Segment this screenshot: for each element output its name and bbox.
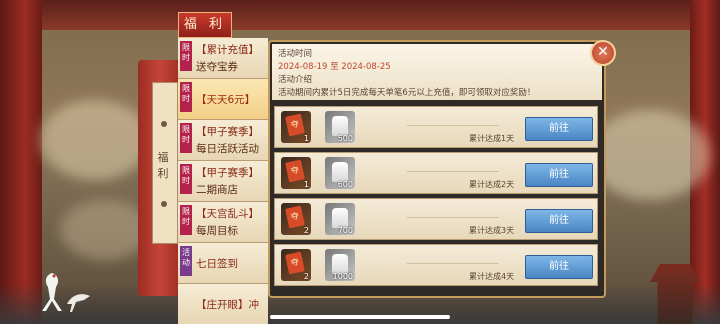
item-count: 1000	[332, 272, 353, 281]
close-button[interactable]: ✕	[590, 40, 616, 66]
divider	[407, 125, 499, 126]
menu-item-title: 【庄开眼】冲	[196, 299, 259, 311]
reward-row: 夺2 1000 累计达成4天 前往	[274, 244, 598, 286]
background-cloud	[590, 110, 710, 200]
time-value: 2024-08-19 至 2024-08-25	[278, 62, 391, 72]
silver-icon[interactable]: 700	[325, 203, 355, 235]
welfare-header-tab[interactable]: 福 利	[178, 12, 232, 38]
ticket-glyph: 夺	[285, 205, 305, 229]
intro-label: 活动介绍	[278, 75, 313, 85]
treasure-ticket-icon[interactable]: 夺2	[281, 249, 311, 281]
activity-menu: 限时 【累计充值】 送夺宝券 限时 【天天6元】 限时 【甲子赛季】 每日活跃活…	[178, 38, 268, 324]
activity-tag: 活动	[180, 246, 192, 276]
menu-item-daily-6-yuan[interactable]: 限时 【天天6元】	[178, 79, 268, 120]
treasure-ticket-icon[interactable]: 夺1	[281, 111, 311, 143]
limited-time-tag: 限时	[180, 205, 192, 235]
ticket-glyph: 夺	[285, 251, 305, 275]
menu-item-title: 【甲子赛季】	[196, 126, 259, 138]
intro-text: 活动期间内累计5日完成每天单笔6元以上充值，即可领取对应奖励！	[278, 88, 536, 98]
limited-time-tag: 限时	[180, 123, 192, 153]
item-count: 1	[303, 134, 309, 143]
background-tower	[650, 264, 700, 324]
menu-item-title: 【甲子赛季】	[196, 167, 259, 179]
progress-text: 累计达成2天	[469, 180, 515, 189]
go-button[interactable]: 前往	[525, 163, 593, 187]
menu-item-subtitle: 每日活跃活动	[196, 143, 259, 155]
menu-item-season-shop[interactable]: 限时 【甲子赛季】 二期商店	[178, 161, 268, 202]
reward-row: 夺1 600 累计达成2天 前往	[274, 152, 598, 194]
silver-icon[interactable]: 500	[325, 111, 355, 143]
item-count: 600	[337, 180, 353, 189]
limited-time-tag: 限时	[180, 164, 192, 194]
divider	[407, 217, 499, 218]
ticket-glyph: 夺	[285, 113, 305, 137]
menu-item-subtitle: 二期商店	[196, 184, 238, 196]
activity-info: 活动时间 2024-08-19 至 2024-08-25 活动介绍 活动期间内累…	[272, 44, 602, 100]
menu-item-partial[interactable]: 【庄开眼】冲	[178, 284, 268, 324]
divider	[407, 263, 499, 264]
menu-item-season-activity[interactable]: 限时 【甲子赛季】 每日活跃活动	[178, 120, 268, 161]
time-label: 活动时间	[278, 49, 313, 59]
item-count: 700	[337, 226, 353, 235]
crane-decoration-icon	[67, 294, 90, 312]
silver-icon[interactable]: 1000	[325, 249, 355, 281]
treasure-ticket-icon[interactable]: 夺2	[281, 203, 311, 235]
ticket-glyph: 夺	[285, 159, 305, 183]
reward-row: 夺1 500 累计达成1天 前往	[274, 106, 598, 148]
progress-text: 累计达成1天	[469, 134, 515, 143]
reward-row: 夺2 700 累计达成3天 前往	[274, 198, 598, 240]
limited-time-tag: 限时	[180, 82, 192, 112]
scroll-banner-title: 福利	[157, 151, 169, 180]
silver-icon[interactable]: 600	[325, 157, 355, 189]
treasure-ticket-icon[interactable]: 夺1	[281, 157, 311, 189]
progress-text: 累计达成3天	[469, 226, 515, 235]
item-count: 1	[303, 180, 309, 189]
silver-glyph	[332, 162, 348, 182]
silver-glyph	[332, 208, 348, 228]
scroll-knob-top	[161, 121, 167, 127]
silver-glyph	[332, 254, 348, 274]
menu-item-title: 七日签到	[196, 258, 238, 270]
menu-item-seven-day-signin[interactable]: 活动 七日签到	[178, 243, 268, 284]
menu-item-title: 【天天6元】	[196, 94, 256, 106]
background-top-beam	[0, 0, 720, 30]
go-button[interactable]: 前往	[525, 209, 593, 233]
scroll-knob-bottom	[161, 201, 167, 207]
background-cloud	[60, 200, 150, 260]
menu-item-recharge[interactable]: 限时 【累计充值】 送夺宝券	[178, 38, 268, 79]
home-indicator[interactable]	[270, 315, 450, 319]
progress-text: 累计达成4天	[469, 272, 515, 281]
divider	[407, 171, 499, 172]
go-button[interactable]: 前往	[525, 255, 593, 279]
menu-item-title: 【累计充值】	[196, 44, 259, 56]
menu-item-subtitle: 每周目标	[196, 225, 238, 237]
silver-glyph	[332, 116, 348, 136]
menu-item-subtitle: 送夺宝券	[196, 61, 238, 73]
menu-item-weekly-goal[interactable]: 限时 【天宫乱斗】 每周目标	[178, 202, 268, 243]
menu-item-title: 【天宫乱斗】	[196, 208, 259, 220]
item-count: 2	[303, 226, 309, 235]
item-count: 2	[303, 272, 309, 281]
item-count: 500	[337, 134, 353, 143]
limited-time-tag: 限时	[180, 41, 192, 71]
go-button[interactable]: 前往	[525, 117, 593, 141]
background-cloud	[40, 100, 150, 180]
